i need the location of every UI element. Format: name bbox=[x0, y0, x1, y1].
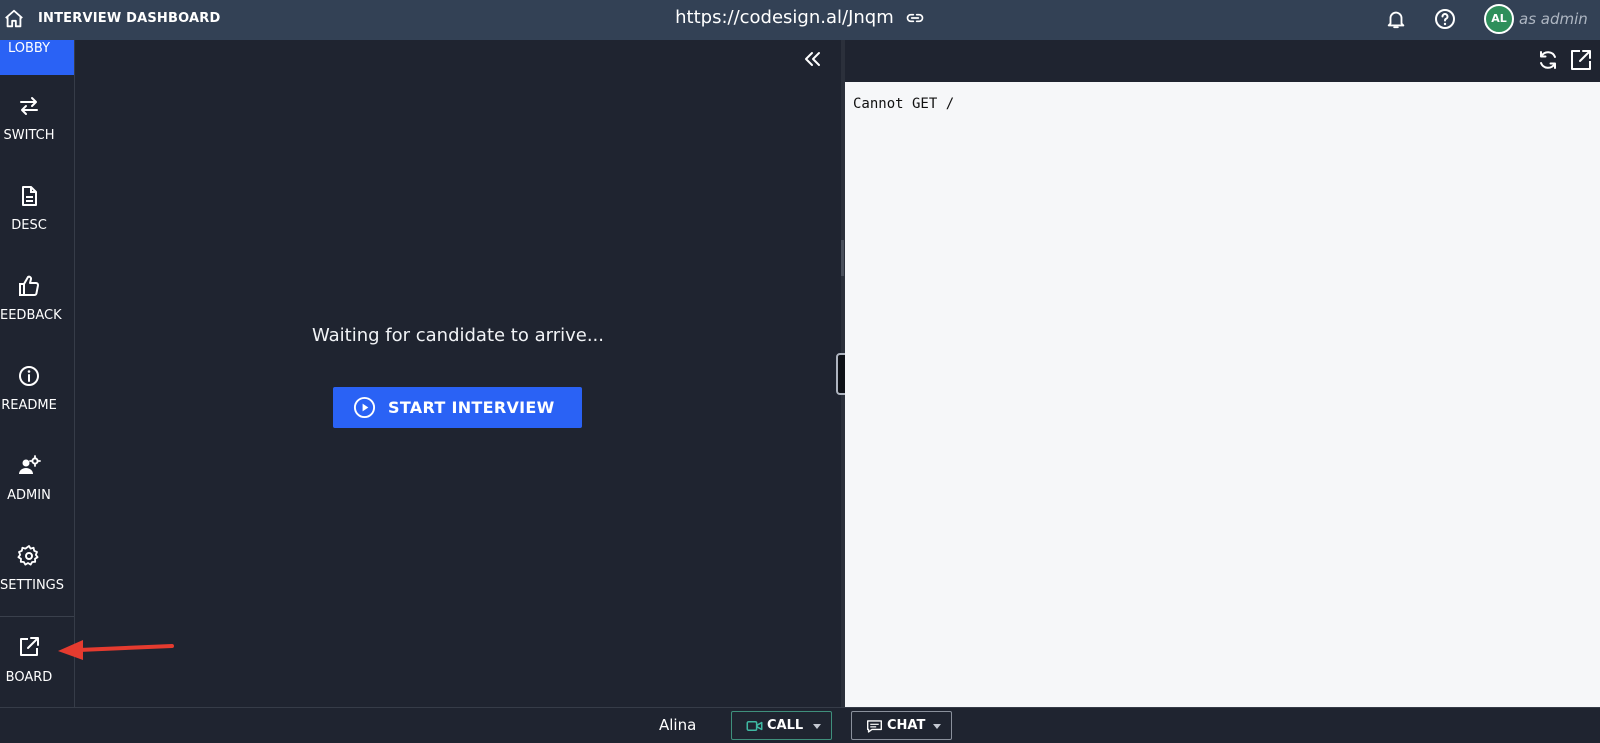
annotation-arrow-icon bbox=[58, 640, 174, 660]
chat-button[interactable]: CHAT bbox=[851, 711, 952, 740]
sidebar-item-label: SWITCH bbox=[3, 128, 55, 143]
splitter-grip bbox=[841, 240, 844, 276]
collapse-panel-icon[interactable] bbox=[802, 50, 824, 68]
refresh-icon[interactable] bbox=[1536, 48, 1560, 72]
bell-icon[interactable] bbox=[1385, 7, 1407, 31]
user-gear-icon bbox=[19, 455, 41, 474]
sidebar-item-admin[interactable]: ADMIN bbox=[0, 450, 75, 510]
thumbs-up-icon bbox=[19, 275, 39, 296]
avatar[interactable]: AL bbox=[1484, 4, 1514, 34]
participant-name: Alina bbox=[659, 716, 697, 734]
link-icon[interactable] bbox=[905, 8, 925, 28]
chat-label: CHAT bbox=[887, 718, 926, 733]
info-icon bbox=[19, 366, 39, 386]
document-icon bbox=[22, 186, 37, 206]
sidebar-item-switch[interactable]: SWITCH bbox=[0, 90, 75, 150]
sidebar-divider bbox=[0, 616, 74, 617]
call-button[interactable]: CALL bbox=[731, 711, 832, 740]
call-label: CALL bbox=[767, 718, 804, 733]
sidebar-item-readme[interactable]: README bbox=[0, 360, 75, 420]
sidebar-item-label: ADMIN bbox=[7, 488, 51, 503]
sidebar-item-label: README bbox=[1, 398, 57, 413]
sidebar-item-lobby[interactable]: LOBBY bbox=[0, 40, 74, 75]
waiting-message: Waiting for candidate to arrive... bbox=[311, 325, 605, 346]
swap-arrows-icon bbox=[20, 97, 38, 115]
open-new-window-icon[interactable] bbox=[1569, 48, 1593, 72]
sidebar-item-label: LOBBY bbox=[7, 41, 51, 56]
start-interview-label: START INTERVIEW bbox=[388, 398, 555, 417]
chevron-down-icon bbox=[813, 724, 821, 729]
external-link-icon bbox=[20, 637, 39, 656]
sidebar-item-label: BOARD bbox=[5, 670, 53, 685]
preview-toolbar bbox=[845, 40, 1600, 82]
gear-icon bbox=[17, 545, 39, 566]
sidebar-item-label: DESC bbox=[11, 218, 47, 233]
sidebar-item-settings[interactable]: SETTINGS bbox=[0, 540, 75, 600]
sidebar-item-feedback[interactable]: EEDBACK bbox=[0, 270, 75, 330]
help-icon[interactable] bbox=[1433, 7, 1457, 31]
preview-frame[interactable]: Cannot GET / bbox=[845, 82, 1600, 707]
chevron-down-icon bbox=[933, 724, 941, 729]
bottom-bar: Alina CALL CHAT bbox=[0, 707, 1600, 743]
sidebar-item-desc[interactable]: DESC bbox=[0, 180, 75, 240]
user-role: as admin bbox=[1519, 10, 1588, 28]
preview-error-text: Cannot GET / bbox=[853, 96, 955, 112]
sidebar: LOBBY SWITCH DESC EEDBACK README ADMIN S… bbox=[0, 40, 75, 707]
chat-bubble-icon bbox=[867, 720, 882, 733]
video-camera-icon bbox=[746, 720, 763, 732]
top-header: INTERVIEW DASHBOARD https://codesign.al/… bbox=[0, 0, 1600, 40]
sidebar-item-label: EEDBACK bbox=[0, 308, 62, 323]
session-url: https://codesign.al/Jnqm bbox=[0, 7, 1600, 28]
play-circle-icon bbox=[353, 396, 376, 419]
lobby-panel: Waiting for candidate to arrive... START… bbox=[75, 40, 841, 707]
start-interview-button[interactable]: START INTERVIEW bbox=[333, 387, 582, 428]
sidebar-item-label: SETTINGS bbox=[0, 578, 65, 593]
session-url-text[interactable]: https://codesign.al/Jnqm bbox=[675, 7, 894, 28]
